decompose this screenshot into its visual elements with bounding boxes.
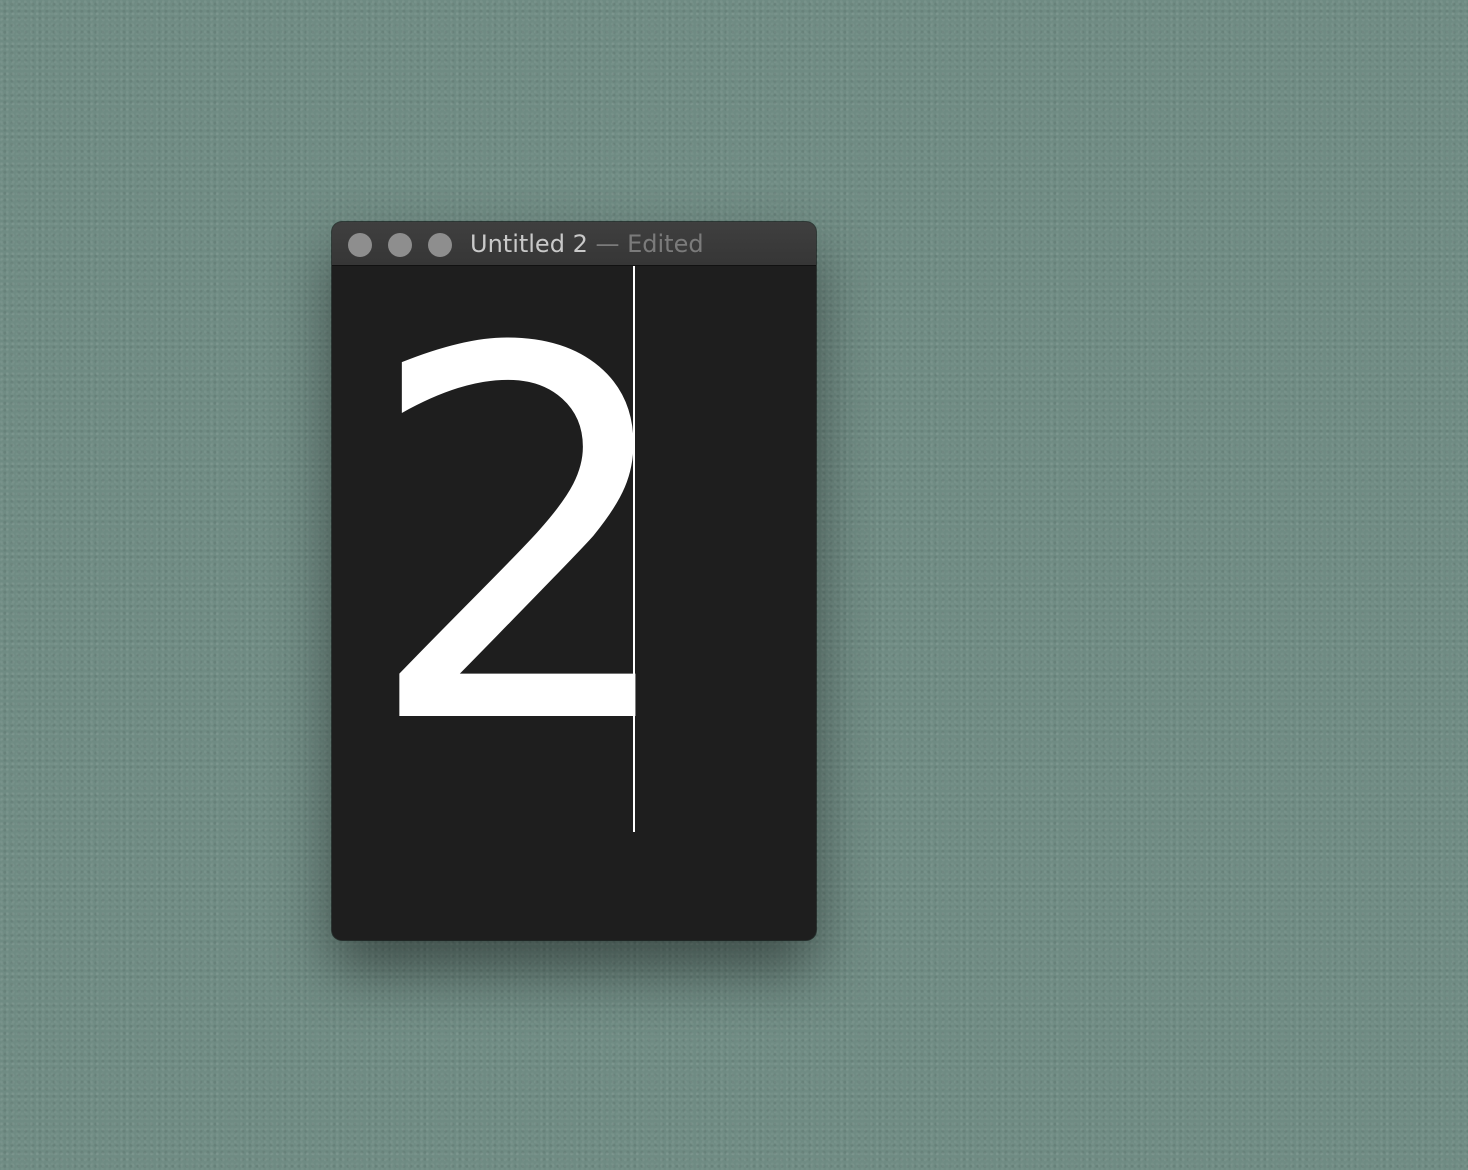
text-caret — [633, 266, 635, 832]
document-text-area[interactable]: 2 — [332, 266, 816, 940]
document-text: 2 — [362, 244, 687, 837]
text-editor-window[interactable]: Untitled 2 — Edited 2 — [332, 222, 816, 940]
desktop[interactable]: Untitled 2 — Edited 2 — [0, 0, 1468, 1170]
